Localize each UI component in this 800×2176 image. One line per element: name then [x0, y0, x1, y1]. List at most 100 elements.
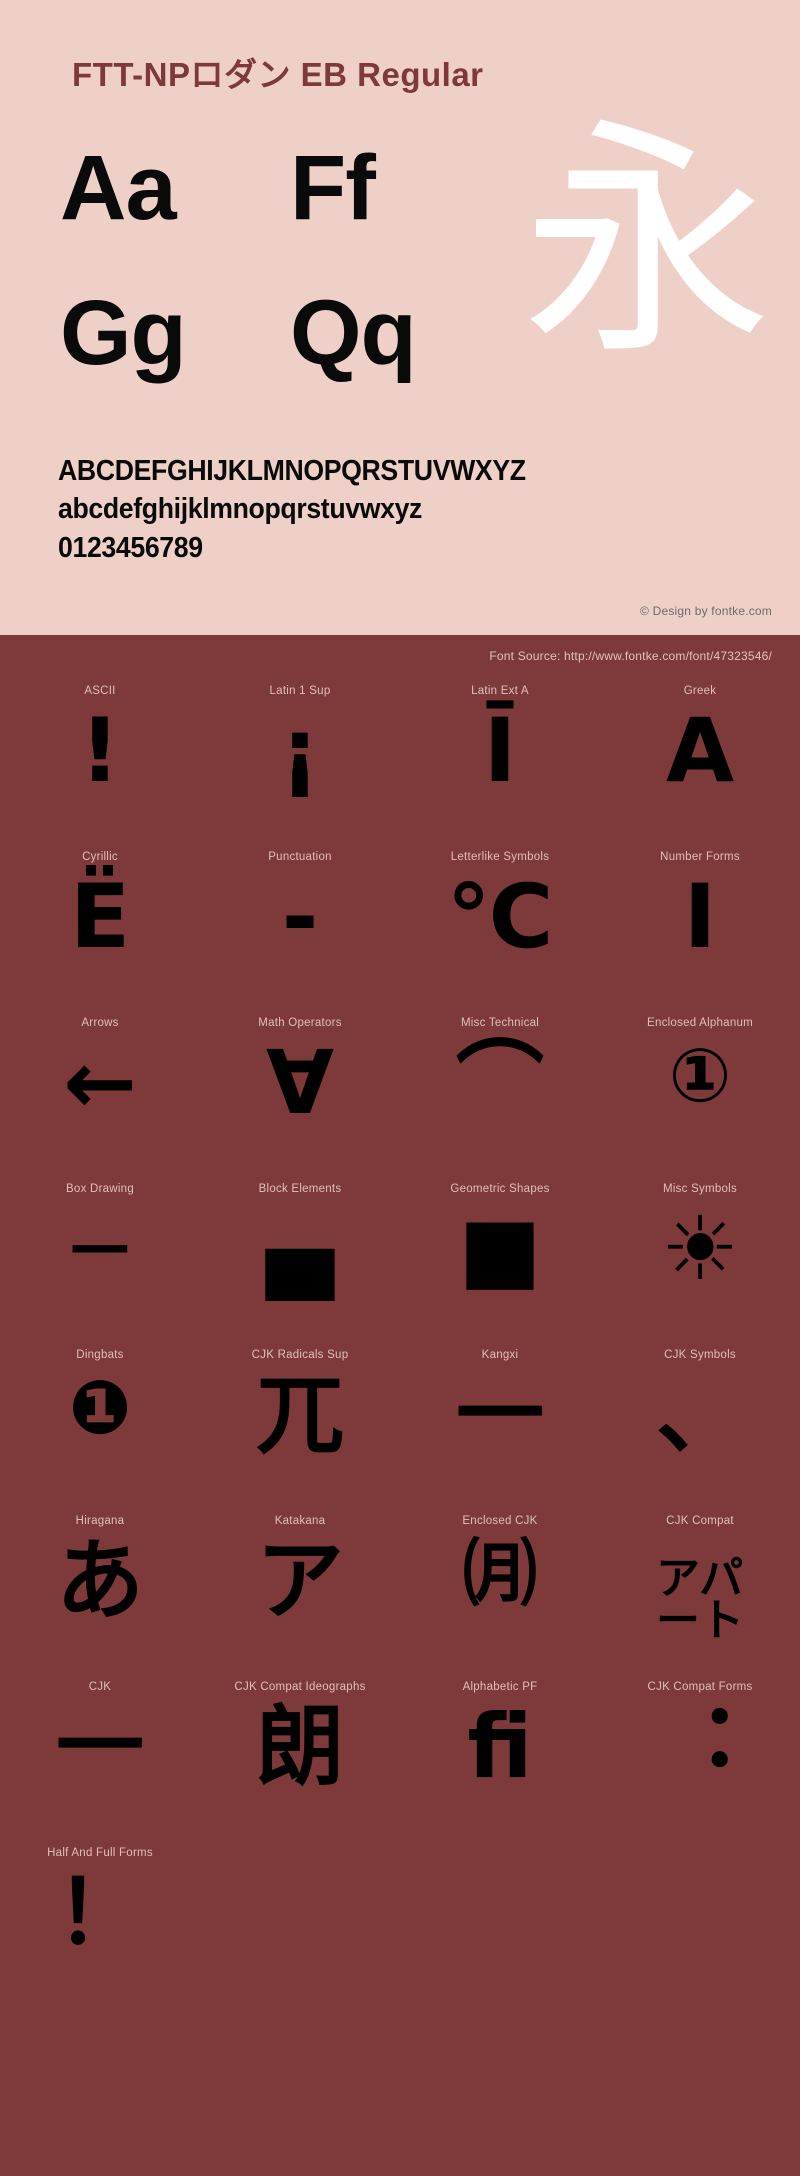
digits-line: 0123456789: [58, 531, 203, 564]
unicode-block-glyph: ∀: [265, 1031, 335, 1134]
unicode-block-label: CJK Symbols: [664, 1349, 736, 1361]
unicode-block-cell: Alphabetic PF ﬁ: [400, 1677, 600, 1843]
unicode-block-cell: CJK 一: [0, 1677, 200, 1843]
unicode-block-glyph: !: [79, 699, 121, 802]
unicode-block-glyph: ←: [63, 1031, 137, 1134]
unicode-block-cell: Dingbats ❶: [0, 1345, 200, 1511]
unicode-block-cell: Half And Full Forms ！: [0, 1843, 200, 2009]
unicode-block-cell-empty: [600, 1843, 800, 2009]
unicode-block-cell: CJK Symbols 、: [600, 1345, 800, 1511]
unicode-block-row: Hiragana あ Katakana ア Enclosed CJK ㈪ CJK Compa…: [0, 1511, 800, 1677]
unicode-block-glyph: 兀: [255, 1363, 344, 1466]
unicode-block-glyph: ■: [458, 1197, 542, 1300]
unicode-block-cell: CJK Compat Ideographs 朗: [200, 1677, 400, 1843]
unicode-block-label: ASCII: [84, 685, 116, 697]
unicode-block-cell: Geometric Shapes ■: [400, 1179, 600, 1345]
unicode-block-glyph: ‐: [281, 865, 319, 968]
unicode-block-label: Block Elements: [258, 1183, 342, 1195]
unicode-block-grid: ASCII! Latin 1 Sup ¡ Latin Ext A Ī Greek Α Cyri…: [0, 635, 800, 2049]
unicode-block-glyph: ⌒: [455, 1031, 544, 1134]
unicode-block-glyph: ①: [668, 1033, 732, 1119]
unicode-block-cell: Block Elements ▄: [200, 1179, 400, 1345]
unicode-block-glyph: ア: [255, 1529, 344, 1632]
unicode-block-glyph: 一: [55, 1695, 144, 1798]
unicode-block-glyph: Α: [665, 699, 735, 802]
unicode-block-label: Katakana: [274, 1515, 326, 1527]
unicode-block-row: CJK 一 CJK Compat Ideographs 朗 Alphabetic PF ﬁ…: [0, 1677, 800, 1843]
unicode-block-cell: Misc Symbols ☀: [600, 1179, 800, 1345]
unicode-block-label: Half And Full Forms: [47, 1847, 153, 1859]
unicode-block-glyph: ─: [73, 1197, 127, 1300]
unicode-block-cell: Enclosed CJK ㈪: [400, 1511, 600, 1677]
alphabet-uppercase-line: ABCDEFGHIJKLMNOPQRSTUVWXYZ: [58, 455, 526, 487]
unicode-block-row: Cyrillic Ё Punctuation ‐ Letterlike Symbols ℃…: [0, 847, 800, 1013]
unicode-block-label: Enclosed CJK: [462, 1515, 538, 1527]
unicode-block-glyph: ¡: [279, 699, 321, 802]
unicode-block-label: CJK Radicals Sup: [251, 1349, 349, 1361]
unicode-block-glyph: Ⅰ: [683, 865, 717, 968]
unicode-block-cell: Hiragana あ: [0, 1511, 200, 1677]
unicode-block-label: Cyrillic: [82, 851, 118, 863]
unicode-block-glyph: ☀: [660, 1197, 740, 1300]
unicode-block-cell: ASCII!: [0, 681, 200, 847]
unicode-block-glyph: ℃: [446, 865, 554, 968]
unicode-block-label: Misc Symbols: [663, 1183, 737, 1195]
unicode-block-glyph: Ё: [69, 865, 131, 968]
unicode-block-cell: Letterlike Symbols ℃: [400, 847, 600, 1013]
unicode-block-glyph: 一: [455, 1363, 544, 1466]
unicode-block-glyph: 、: [655, 1363, 744, 1466]
latin-sample-row: Gg Qq: [60, 285, 480, 430]
unicode-block-label: CJK Compat: [666, 1515, 734, 1527]
unicode-block-glyph: ﬁ: [467, 1695, 533, 1798]
unicode-block-label: Box Drawing: [66, 1183, 134, 1195]
unicode-block-label: Latin 1 Sup: [269, 685, 331, 697]
unicode-block-glyph: Ī: [483, 699, 517, 802]
unicode-block-label: CJK Compat Ideographs: [234, 1681, 366, 1693]
unicode-block-cell: Kangxi 一: [400, 1345, 600, 1511]
unicode-block-cell: Latin 1 Sup ¡: [200, 681, 400, 847]
unicode-block-cell: Greek Α: [600, 681, 800, 847]
unicode-block-glyph: あ: [55, 1529, 144, 1632]
unicode-block-label: Dingbats: [76, 1349, 124, 1361]
unicode-block-row: Half And Full Forms ！: [0, 1843, 800, 2009]
unicode-block-cell: Cyrillic Ё: [0, 847, 200, 1013]
unicode-block-label: Number Forms: [660, 851, 740, 863]
unicode-block-cell: CJK Compat Forms ︓: [600, 1677, 800, 1843]
unicode-block-label: Arrows: [81, 1017, 119, 1029]
latin-sample-ff: Ff: [290, 137, 376, 239]
unicode-block-glyph: 朗: [255, 1695, 344, 1798]
unicode-block-cell: Enclosed Alphanum ①: [600, 1013, 800, 1179]
unicode-block-label: Latin Ext A: [471, 685, 529, 697]
unicode-block-row: ASCII! Latin 1 Sup ¡ Latin Ext A Ī Greek Α: [0, 681, 800, 847]
specimen-light-section: FTT-NPロダン EB Regular Aa Ff Gg Qq 永 ABCDE…: [0, 0, 800, 635]
unicode-block-label: Letterlike Symbols: [450, 851, 550, 863]
unicode-block-label: CJK Compat Forms: [647, 1681, 753, 1693]
unicode-block-row: Dingbats ❶ CJK Radicals Sup 兀 Kangxi 一 CJK Sym…: [0, 1345, 800, 1511]
unicode-block-cell: Math Operators ∀: [200, 1013, 400, 1179]
unicode-block-label: Hiragana: [75, 1515, 125, 1527]
unicode-block-glyph: ▄: [266, 1197, 334, 1300]
unicode-block-cell: Misc Technical ⌒: [400, 1013, 600, 1179]
latin-sample-grid: Aa Ff Gg Qq: [60, 140, 480, 430]
latin-sample-aa: Aa: [60, 137, 177, 239]
unicode-block-label: Math Operators: [258, 1017, 342, 1029]
alphabet-lowercase-line: abcdefghijklmnopqrstuvwxyz: [58, 493, 423, 526]
unicode-block-label: Punctuation: [268, 851, 332, 863]
alphabet-block: ABCDEFGHIJKLMNOPQRSTUVWXYZ abcdefghijklm…: [58, 452, 758, 567]
unicode-block-cell-empty: [400, 1843, 600, 2009]
unicode-block-glyph: ︓: [655, 1695, 744, 1798]
unicode-block-label: Alphabetic PF: [462, 1681, 538, 1693]
latin-sample-qq: Qq: [290, 282, 417, 384]
page-title: FTT-NPロダン EB Regular: [72, 56, 484, 93]
unicode-block-cell: Katakana ア: [200, 1511, 400, 1677]
latin-sample-gg: Gg: [60, 282, 187, 384]
unicode-block-row: Arrows ← Math Operators ∀ Misc Technical ⌒ Enc…: [0, 1013, 800, 1179]
unicode-block-cell: Box Drawing ─: [0, 1179, 200, 1345]
unicode-block-glyph: ㈪: [463, 1531, 537, 1617]
unicode-block-cell: Punctuation ‐: [200, 847, 400, 1013]
unicode-block-label: CJK: [88, 1681, 112, 1693]
latin-sample-row: Aa Ff: [60, 140, 480, 285]
unicode-block-label: Greek: [683, 685, 717, 697]
unicode-block-cell: Arrows ←: [0, 1013, 200, 1179]
unicode-block-cell: Latin Ext A Ī: [400, 681, 600, 847]
